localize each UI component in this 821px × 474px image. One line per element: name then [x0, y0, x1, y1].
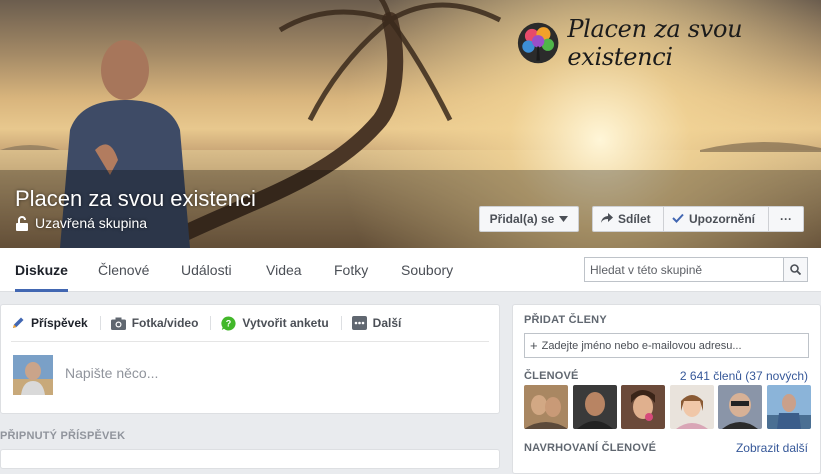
more-dots-icon — [351, 316, 367, 330]
tree-logo-icon — [517, 22, 559, 64]
composer-input[interactable]: Napište něco... — [65, 365, 158, 381]
search-button[interactable] — [783, 258, 807, 281]
brand-name: Placen za svou existenci — [567, 15, 743, 71]
group-search — [584, 257, 808, 282]
composer-tab-more[interactable]: Další — [351, 305, 412, 341]
composer-tab-divider — [99, 316, 101, 330]
suggested-members-heading: NAVRHOVANÍ ČLENOVÉ — [524, 442, 657, 454]
members-count-link[interactable]: 2 641 členů (37 nových) — [680, 369, 808, 383]
unlock-icon — [16, 215, 28, 231]
poll-bubble-icon: ? — [221, 315, 236, 331]
more-dots-icon: ··· — [780, 212, 792, 226]
share-button[interactable]: Sdílet — [592, 206, 663, 232]
tab-events[interactable]: Události — [181, 248, 232, 292]
group-privacy: Uzavřená skupina — [15, 215, 147, 231]
composer-tab-divider — [210, 316, 212, 330]
more-options-button[interactable]: ··· — [768, 206, 804, 232]
composer-tabs: Příspěvek Fotka/video ? Vytvořit anketu … — [11, 305, 413, 341]
member-avatar[interactable] — [524, 385, 568, 429]
notifications-button[interactable]: Upozornění — [663, 206, 768, 232]
joined-label: Přidal(a) se — [489, 212, 555, 226]
tab-discussion[interactable]: Diskuze — [15, 248, 68, 292]
member-avatar[interactable] — [669, 385, 714, 429]
tab-videos[interactable]: Videa — [266, 248, 302, 292]
group-tab-bar: Diskuze Členové Události Videa Fotky Sou… — [0, 248, 821, 292]
member-avatar[interactable] — [621, 385, 665, 429]
joined-button[interactable]: Přidal(a) se — [479, 206, 579, 232]
member-avatar[interactable] — [718, 385, 762, 429]
user-avatar[interactable] — [13, 355, 53, 395]
composer-tab-post[interactable]: Příspěvek — [11, 305, 98, 341]
tab-members[interactable]: Členové — [98, 248, 149, 292]
group-search-input[interactable] — [585, 258, 783, 281]
share-label: Sdílet — [618, 212, 651, 226]
brand-logo-block: Placen za svou existenci — [517, 15, 821, 71]
camera-icon — [110, 317, 126, 330]
group-title[interactable]: Placen za svou existenci — [15, 186, 256, 212]
caret-down-icon — [559, 216, 569, 222]
pinned-post-card — [0, 449, 500, 469]
composer-tab-photo-video-label: Fotka/video — [131, 316, 199, 330]
composer-divider — [11, 341, 489, 342]
members-heading: ČLENOVÉ — [524, 370, 579, 382]
members-sidebar: PŘIDAT ČLENY + ČLENOVÉ 2 641 členů (37 n… — [512, 304, 821, 474]
checkmark-icon — [672, 212, 684, 226]
composer-tab-divider — [340, 316, 342, 330]
tab-photos[interactable]: Fotky — [334, 248, 368, 292]
composer-tab-photo-video[interactable]: Fotka/video — [110, 305, 209, 341]
member-avatar[interactable] — [572, 385, 617, 429]
post-composer: Příspěvek Fotka/video ? Vytvořit anketu … — [0, 304, 500, 414]
add-members-field: + — [524, 333, 809, 358]
tab-files[interactable]: Soubory — [401, 248, 453, 292]
cover-photo: Placen za svou existenci Placen za svou … — [0, 0, 821, 248]
composer-tab-more-label: Další — [372, 316, 402, 330]
plus-icon: + — [530, 338, 538, 353]
pinned-post-heading: PŘIPNUTÝ PŘÍSPĚVEK — [0, 430, 126, 442]
show-more-link[interactable]: Zobrazit další — [736, 441, 808, 455]
member-avatars — [524, 385, 815, 429]
add-members-input[interactable] — [541, 339, 802, 352]
svg-text:?: ? — [226, 318, 232, 328]
composer-tab-post-label: Příspěvek — [31, 316, 88, 330]
notifications-label: Upozornění — [689, 212, 755, 226]
search-icon — [790, 264, 801, 275]
pencil-icon — [11, 316, 25, 330]
privacy-label: Uzavřená skupina — [35, 215, 148, 231]
share-arrow-icon — [601, 212, 613, 226]
member-avatar[interactable] — [766, 385, 811, 429]
add-members-heading: PŘIDAT ČLENY — [524, 314, 607, 326]
composer-tab-poll-label: Vytvořit anketu — [242, 316, 329, 330]
composer-tab-poll[interactable]: ? Vytvořit anketu — [221, 305, 338, 341]
